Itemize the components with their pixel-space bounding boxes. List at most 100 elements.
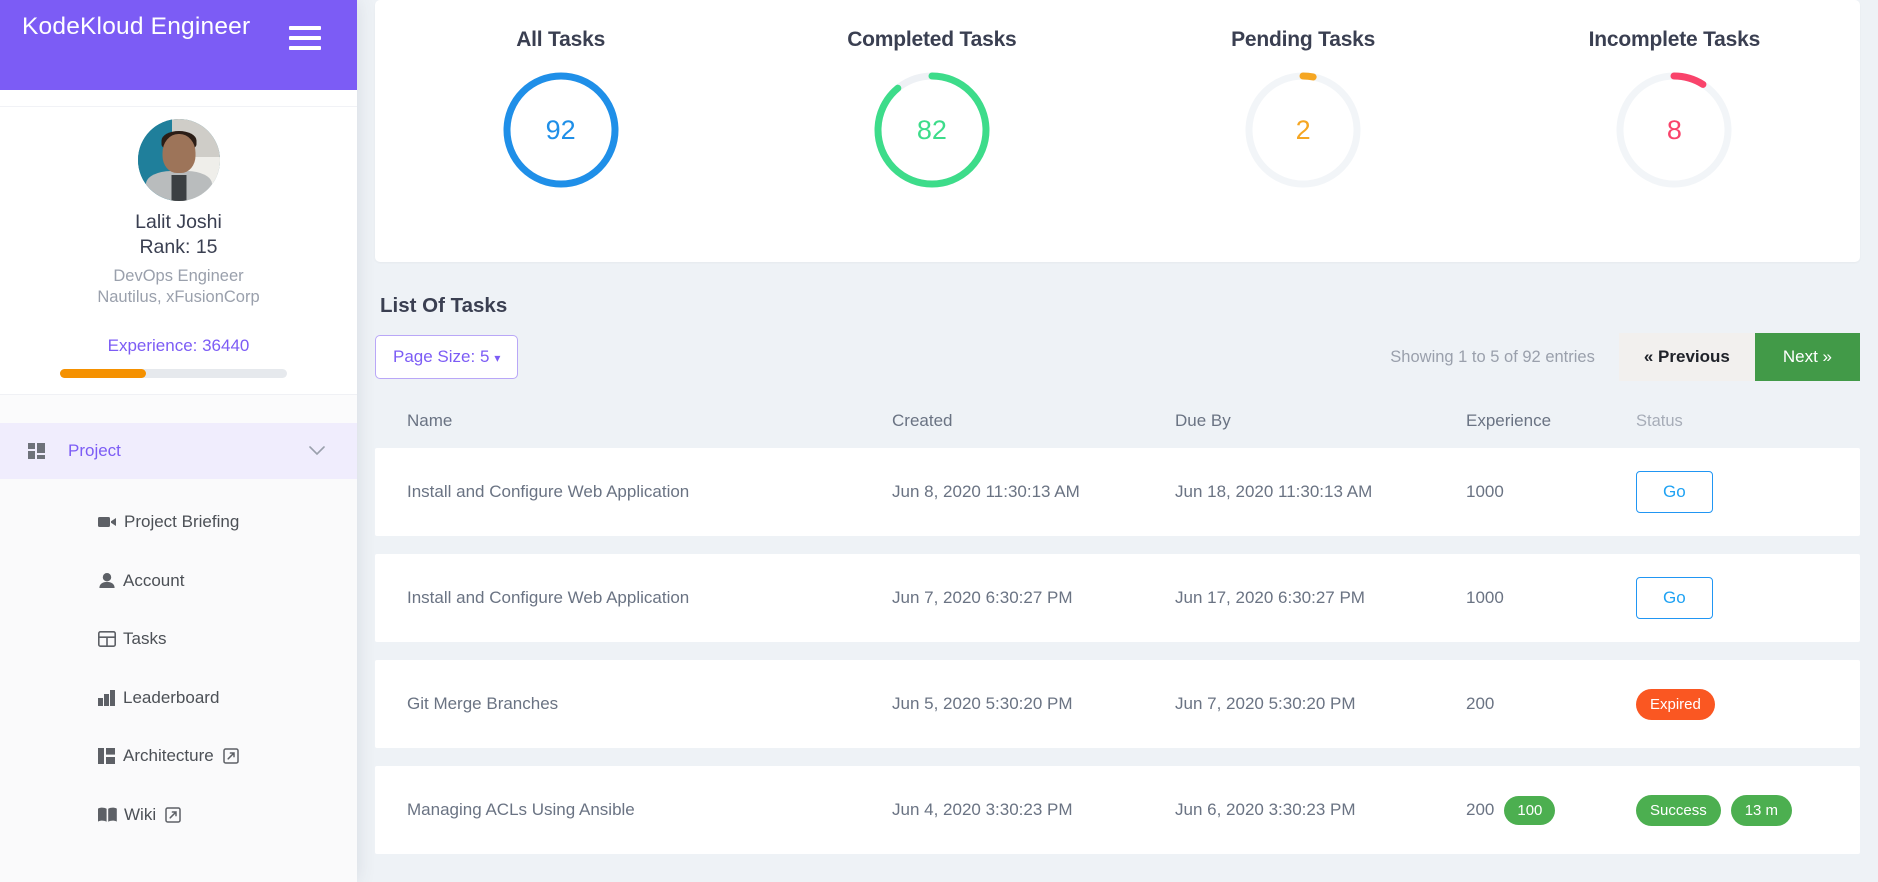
experience-progress-bar — [60, 369, 287, 378]
table-header-row: Name Created Due By Experience Status — [375, 394, 1860, 448]
stat-value: 82 — [916, 114, 947, 145]
cell-name: Git Merge Branches — [407, 694, 559, 713]
stat-card-0: All Tasks 92 — [375, 28, 746, 192]
sidebar-item-label: Leaderboard — [123, 687, 220, 707]
cell-experience: 1000 — [1466, 482, 1504, 501]
table-row[interactable]: Managing ACLs Using Ansible Jun 4, 2020 … — [375, 766, 1860, 854]
table-controls: Page Size: 5 ▾ Showing 1 to 5 of 92 entri… — [375, 333, 1860, 381]
external-link-icon[interactable] — [165, 807, 181, 823]
profile-rank: Rank: 15 — [139, 236, 218, 258]
pagination: Showing 1 to 5 of 92 entries « Previous … — [1390, 333, 1860, 381]
stat-value: 2 — [1295, 114, 1311, 145]
cell-experience: 1000 — [1466, 588, 1504, 607]
profile-card: Lalit Joshi Rank: 15 DevOps Engineer Nau… — [0, 106, 357, 395]
stat-donut-chart: 92 — [499, 68, 623, 192]
page-size-select[interactable]: Page Size: 5 ▾ — [375, 335, 519, 379]
page-size-label: Page Size: 5 — [393, 347, 490, 366]
showing-entries-text: Showing 1 to 5 of 92 entries — [1390, 347, 1595, 366]
stat-donut-chart: 2 — [1241, 68, 1365, 192]
stats-summary-card: All Tasks 92 Completed Tasks 82 Pending … — [375, 0, 1860, 262]
column-header-status: Status — [1636, 411, 1683, 430]
cell-due-by: Jun 6, 2020 3:30:23 PM — [1175, 800, 1356, 819]
duration-badge: 13 m — [1730, 794, 1793, 826]
cell-due-by: Jun 18, 2020 11:30:13 AM — [1175, 482, 1373, 501]
brand-bar: KodeKloud Engineer — [0, 0, 357, 90]
profile-name: Lalit Joshi — [135, 211, 222, 233]
page-title: List Of Tasks — [380, 294, 508, 317]
stat-donut-chart: 82 — [870, 68, 994, 192]
dashboard-icon — [28, 443, 45, 459]
sidebar-item-label: Account — [123, 570, 185, 590]
person-icon — [98, 573, 116, 589]
stat-title: Pending Tasks — [1231, 28, 1376, 51]
layout-icon — [98, 748, 116, 765]
sidebar-item-tasks[interactable]: Tasks — [0, 610, 357, 669]
sidebar-spacer — [0, 90, 357, 106]
chevron-down-icon[interactable] — [309, 443, 325, 460]
cell-name: Managing ACLs Using Ansible — [407, 800, 635, 819]
sidebar-item-architecture[interactable]: Architecture — [0, 727, 357, 786]
profile-role: DevOps Engineer — [113, 267, 244, 285]
tasks-table: Name Created Due By Experience Status In… — [375, 394, 1860, 854]
cell-name: Install and Configure Web Application — [407, 482, 690, 501]
cell-due-by: Jun 7, 2020 5:30:20 PM — [1175, 694, 1356, 713]
sidebar-group-label: Project — [68, 441, 121, 460]
go-button[interactable]: Go — [1636, 471, 1713, 513]
experience-badge: 100 — [1504, 795, 1556, 825]
avatar — [137, 119, 220, 201]
profile-org: Nautilus, xFusionCorp — [97, 288, 260, 306]
sidebar-item-account[interactable]: Account — [0, 552, 357, 611]
cell-created: Jun 8, 2020 11:30:13 AM — [892, 482, 1080, 501]
column-header-created: Created — [892, 411, 953, 430]
table-row[interactable]: Install and Configure Web Application Ju… — [375, 554, 1860, 642]
stat-title: Incomplete Tasks — [1588, 28, 1761, 51]
column-header-experience: Experience — [1466, 411, 1552, 430]
bar-chart-icon — [98, 689, 116, 706]
stat-card-1: Completed Tasks 82 — [746, 28, 1117, 192]
cell-experience: 200 100 — [1466, 795, 1636, 825]
external-link-icon[interactable] — [222, 748, 239, 764]
go-button[interactable]: Go — [1636, 577, 1713, 619]
brand-title: KodeKloud Engineer — [22, 13, 251, 40]
sidebar-item-project-briefing[interactable]: Project Briefing — [0, 493, 357, 552]
status-badge: Expired — [1636, 688, 1715, 720]
table-grid-icon — [98, 631, 116, 648]
sidebar-item-label: Architecture — [123, 746, 214, 766]
stat-card-3: Incomplete Tasks 8 — [1489, 28, 1860, 192]
stat-value: 92 — [545, 114, 576, 145]
sidebar-group-project[interactable]: Project — [0, 423, 357, 479]
previous-page-button[interactable]: « Previous — [1618, 333, 1755, 381]
cell-created: Jun 5, 2020 5:30:20 PM — [892, 694, 1073, 713]
sidebar-item-label: Project Briefing — [124, 512, 240, 532]
sidebar-item-label: Tasks — [123, 629, 167, 649]
cell-status: Success 13 m — [1636, 794, 1860, 826]
table-row[interactable]: Install and Configure Web Application Ju… — [375, 448, 1860, 536]
sidebar-nav-list: Project Briefing Account Tasks Leaderboa… — [0, 479, 357, 882]
book-icon — [98, 807, 117, 823]
next-page-button[interactable]: Next » — [1754, 333, 1860, 381]
cell-status: Go — [1636, 577, 1860, 619]
sidebar-item-wiki[interactable]: Wiki — [0, 786, 357, 845]
nav-spacer — [0, 395, 357, 423]
cell-experience: 200 — [1466, 694, 1495, 713]
cell-status: Expired — [1636, 688, 1860, 720]
hamburger-icon[interactable] — [289, 8, 321, 50]
sidebar-item-label: Wiki — [124, 804, 157, 824]
chevron-down-icon: ▾ — [494, 351, 501, 365]
cell-created: Jun 7, 2020 6:30:27 PM — [892, 588, 1073, 607]
stat-title: All Tasks — [516, 28, 606, 51]
cell-name: Install and Configure Web Application — [407, 588, 690, 607]
table-row[interactable]: Git Merge Branches Jun 5, 2020 5:30:20 P… — [375, 660, 1860, 748]
video-camera-icon — [98, 515, 117, 529]
stat-card-2: Pending Tasks 2 — [1118, 28, 1489, 192]
stat-donut-chart: 8 — [1612, 68, 1736, 192]
cell-due-by: Jun 17, 2020 6:30:27 PM — [1175, 588, 1365, 607]
sidebar: KodeKloud Engineer Lalit Joshi Rank: 15 … — [0, 0, 357, 882]
stat-title: Completed Tasks — [847, 28, 1017, 51]
sidebar-item-leaderboard[interactable]: Leaderboard — [0, 669, 357, 728]
app-root: KodeKloud Engineer Lalit Joshi Rank: 15 … — [0, 0, 1878, 882]
main-content: All Tasks 92 Completed Tasks 82 Pending … — [357, 0, 1878, 882]
column-header-name: Name — [407, 411, 453, 430]
cell-created: Jun 4, 2020 3:30:23 PM — [892, 800, 1073, 819]
table-body: Install and Configure Web Application Ju… — [375, 448, 1860, 854]
